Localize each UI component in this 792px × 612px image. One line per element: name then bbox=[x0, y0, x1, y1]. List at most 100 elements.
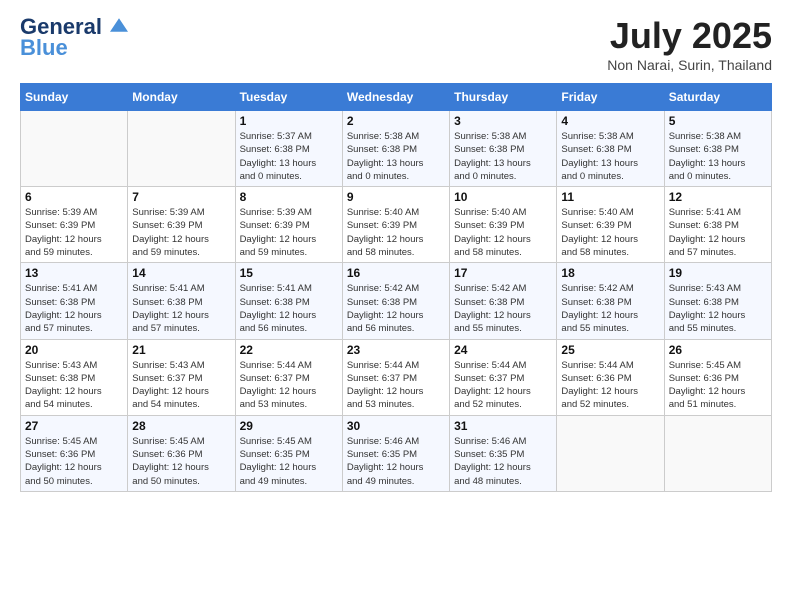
day-info: Sunrise: 5:44 AM Sunset: 6:37 PM Dayligh… bbox=[454, 359, 552, 412]
day-info: Sunrise: 5:41 AM Sunset: 6:38 PM Dayligh… bbox=[132, 282, 230, 335]
calendar-header-saturday: Saturday bbox=[664, 84, 771, 111]
calendar-cell: 18 Sunrise: 5:42 AM Sunset: 6:38 PM Dayli… bbox=[557, 263, 664, 339]
day-info: Sunrise: 5:44 AM Sunset: 6:37 PM Dayligh… bbox=[347, 359, 445, 412]
calendar-header-tuesday: Tuesday bbox=[235, 84, 342, 111]
calendar-cell: 31 Sunrise: 5:46 AM Sunset: 6:35 PM Dayli… bbox=[450, 415, 557, 491]
calendar-cell: 20 Sunrise: 5:43 AM Sunset: 6:38 PM Dayli… bbox=[21, 339, 128, 415]
day-number: 2 bbox=[347, 114, 445, 128]
day-number: 12 bbox=[669, 190, 767, 204]
calendar-cell: 6 Sunrise: 5:39 AM Sunset: 6:39 PM Daylig… bbox=[21, 187, 128, 263]
calendar-header-thursday: Thursday bbox=[450, 84, 557, 111]
calendar-cell: 3 Sunrise: 5:38 AM Sunset: 6:38 PM Daylig… bbox=[450, 111, 557, 187]
calendar-cell: 8Sunrise: 5:39 AM Sunset: 6:39 PM Daylig… bbox=[235, 187, 342, 263]
day-info: Sunrise: 5:43 AM Sunset: 6:38 PM Dayligh… bbox=[25, 359, 123, 412]
calendar-cell: 27 Sunrise: 5:45 AM Sunset: 6:36 PM Dayli… bbox=[21, 415, 128, 491]
day-info: Sunrise: 5:38 AM Sunset: 6:38 PM Dayligh… bbox=[454, 130, 552, 183]
day-number: 15 bbox=[240, 266, 338, 280]
header: General Blue July 2025 Non Narai, Surin,… bbox=[20, 15, 772, 73]
day-info: Sunrise: 5:44 AM Sunset: 6:37 PM Dayligh… bbox=[240, 359, 338, 412]
calendar-cell: 1 Sunrise: 5:37 AM Sunset: 6:38 PM Daylig… bbox=[235, 111, 342, 187]
location: Non Narai, Surin, Thailand bbox=[607, 57, 772, 73]
day-number: 6 bbox=[25, 190, 123, 204]
month-year: July 2025 bbox=[607, 15, 772, 57]
calendar-header-friday: Friday bbox=[557, 84, 664, 111]
calendar-cell: 23Sunrise: 5:44 AM Sunset: 6:37 PM Dayli… bbox=[342, 339, 449, 415]
day-info: Sunrise: 5:45 AM Sunset: 6:36 PM Dayligh… bbox=[25, 435, 123, 488]
calendar-cell: 4 Sunrise: 5:38 AM Sunset: 6:38 PM Daylig… bbox=[557, 111, 664, 187]
day-info: Sunrise: 5:45 AM Sunset: 6:36 PM Dayligh… bbox=[132, 435, 230, 488]
calendar-header-monday: Monday bbox=[128, 84, 235, 111]
day-info: Sunrise: 5:38 AM Sunset: 6:38 PM Dayligh… bbox=[561, 130, 659, 183]
calendar-cell: 24 Sunrise: 5:44 AM Sunset: 6:37 PM Dayli… bbox=[450, 339, 557, 415]
day-number: 19 bbox=[669, 266, 767, 280]
day-info: Sunrise: 5:43 AM Sunset: 6:37 PM Dayligh… bbox=[132, 359, 230, 412]
calendar-cell bbox=[21, 111, 128, 187]
day-number: 10 bbox=[454, 190, 552, 204]
day-info: Sunrise: 5:42 AM Sunset: 6:38 PM Dayligh… bbox=[561, 282, 659, 335]
calendar-cell: 15Sunrise: 5:41 AM Sunset: 6:38 PM Dayli… bbox=[235, 263, 342, 339]
day-number: 20 bbox=[25, 343, 123, 357]
day-number: 1 bbox=[240, 114, 338, 128]
day-info: Sunrise: 5:45 AM Sunset: 6:36 PM Dayligh… bbox=[669, 359, 767, 412]
day-info: Sunrise: 5:42 AM Sunset: 6:38 PM Dayligh… bbox=[347, 282, 445, 335]
day-number: 14 bbox=[132, 266, 230, 280]
day-number: 13 bbox=[25, 266, 123, 280]
day-number: 27 bbox=[25, 419, 123, 433]
logo-icon bbox=[110, 16, 128, 34]
day-info: Sunrise: 5:44 AM Sunset: 6:36 PM Dayligh… bbox=[561, 359, 659, 412]
day-number: 9 bbox=[347, 190, 445, 204]
calendar-cell: 11 Sunrise: 5:40 AM Sunset: 6:39 PM Dayli… bbox=[557, 187, 664, 263]
calendar-week-3: 13 Sunrise: 5:41 AM Sunset: 6:38 PM Dayli… bbox=[21, 263, 772, 339]
day-info: Sunrise: 5:37 AM Sunset: 6:38 PM Dayligh… bbox=[240, 130, 338, 183]
calendar-cell: 22Sunrise: 5:44 AM Sunset: 6:37 PM Dayli… bbox=[235, 339, 342, 415]
calendar-cell: 7 Sunrise: 5:39 AM Sunset: 6:39 PM Daylig… bbox=[128, 187, 235, 263]
day-info: Sunrise: 5:40 AM Sunset: 6:39 PM Dayligh… bbox=[347, 206, 445, 259]
calendar-cell bbox=[557, 415, 664, 491]
calendar-cell: 29Sunrise: 5:45 AM Sunset: 6:35 PM Dayli… bbox=[235, 415, 342, 491]
page: General Blue July 2025 Non Narai, Surin,… bbox=[0, 0, 792, 612]
day-number: 29 bbox=[240, 419, 338, 433]
calendar-cell bbox=[128, 111, 235, 187]
day-number: 25 bbox=[561, 343, 659, 357]
day-info: Sunrise: 5:46 AM Sunset: 6:35 PM Dayligh… bbox=[454, 435, 552, 488]
day-number: 7 bbox=[132, 190, 230, 204]
calendar: SundayMondayTuesdayWednesdayThursdayFrid… bbox=[20, 83, 772, 492]
day-number: 28 bbox=[132, 419, 230, 433]
calendar-cell: 30Sunrise: 5:46 AM Sunset: 6:35 PM Dayli… bbox=[342, 415, 449, 491]
calendar-cell: 21 Sunrise: 5:43 AM Sunset: 6:37 PM Dayli… bbox=[128, 339, 235, 415]
calendar-week-2: 6 Sunrise: 5:39 AM Sunset: 6:39 PM Daylig… bbox=[21, 187, 772, 263]
day-number: 11 bbox=[561, 190, 659, 204]
day-info: Sunrise: 5:41 AM Sunset: 6:38 PM Dayligh… bbox=[669, 206, 767, 259]
day-number: 5 bbox=[669, 114, 767, 128]
day-number: 17 bbox=[454, 266, 552, 280]
calendar-cell: 10 Sunrise: 5:40 AM Sunset: 6:39 PM Dayli… bbox=[450, 187, 557, 263]
calendar-cell: 25 Sunrise: 5:44 AM Sunset: 6:36 PM Dayli… bbox=[557, 339, 664, 415]
calendar-week-4: 20 Sunrise: 5:43 AM Sunset: 6:38 PM Dayli… bbox=[21, 339, 772, 415]
calendar-cell: 14 Sunrise: 5:41 AM Sunset: 6:38 PM Dayli… bbox=[128, 263, 235, 339]
calendar-cell bbox=[664, 415, 771, 491]
calendar-week-1: 1 Sunrise: 5:37 AM Sunset: 6:38 PM Daylig… bbox=[21, 111, 772, 187]
calendar-cell: 2Sunrise: 5:38 AM Sunset: 6:38 PM Daylig… bbox=[342, 111, 449, 187]
day-number: 31 bbox=[454, 419, 552, 433]
calendar-cell: 13Sunrise: 5:41 AM Sunset: 6:38 PM Dayli… bbox=[21, 263, 128, 339]
day-info: Sunrise: 5:42 AM Sunset: 6:38 PM Dayligh… bbox=[454, 282, 552, 335]
day-info: Sunrise: 5:39 AM Sunset: 6:39 PM Dayligh… bbox=[25, 206, 123, 259]
calendar-cell: 28 Sunrise: 5:45 AM Sunset: 6:36 PM Dayli… bbox=[128, 415, 235, 491]
day-info: Sunrise: 5:43 AM Sunset: 6:38 PM Dayligh… bbox=[669, 282, 767, 335]
day-number: 21 bbox=[132, 343, 230, 357]
calendar-header-wednesday: Wednesday bbox=[342, 84, 449, 111]
day-info: Sunrise: 5:39 AM Sunset: 6:39 PM Dayligh… bbox=[240, 206, 338, 259]
day-info: Sunrise: 5:40 AM Sunset: 6:39 PM Dayligh… bbox=[561, 206, 659, 259]
day-info: Sunrise: 5:40 AM Sunset: 6:39 PM Dayligh… bbox=[454, 206, 552, 259]
day-number: 3 bbox=[454, 114, 552, 128]
calendar-cell: 26Sunrise: 5:45 AM Sunset: 6:36 PM Dayli… bbox=[664, 339, 771, 415]
day-info: Sunrise: 5:39 AM Sunset: 6:39 PM Dayligh… bbox=[132, 206, 230, 259]
day-number: 24 bbox=[454, 343, 552, 357]
calendar-header-sunday: Sunday bbox=[21, 84, 128, 111]
calendar-week-5: 27 Sunrise: 5:45 AM Sunset: 6:36 PM Dayli… bbox=[21, 415, 772, 491]
calendar-cell: 9 Sunrise: 5:40 AM Sunset: 6:39 PM Daylig… bbox=[342, 187, 449, 263]
calendar-cell: 12 Sunrise: 5:41 AM Sunset: 6:38 PM Dayli… bbox=[664, 187, 771, 263]
day-number: 4 bbox=[561, 114, 659, 128]
day-number: 16 bbox=[347, 266, 445, 280]
day-number: 18 bbox=[561, 266, 659, 280]
